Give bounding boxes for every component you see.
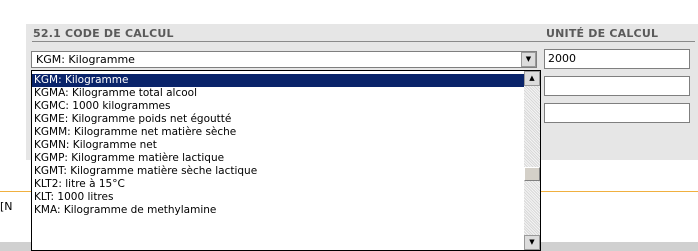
select-arrow-button[interactable]: ▼ (521, 52, 536, 67)
dropdown-option[interactable]: KGMA: Kilogramme total alcool (32, 87, 526, 100)
dropdown-option[interactable]: KGMT: Kilogramme matière sèche lactique (32, 165, 526, 178)
chevron-down-icon: ▼ (529, 238, 535, 246)
dropdown-option[interactable]: KLT: 1000 litres (32, 191, 526, 204)
dropdown-option[interactable]: KGMP: Kilogramme matière lactique (32, 152, 526, 165)
chevron-down-icon: ▼ (525, 55, 532, 63)
dropdown-option[interactable]: KGME: Kilogramme poids net égoutté (32, 113, 526, 126)
code-select-value: KGM: Kilogramme (36, 53, 135, 66)
code-select[interactable]: KGM: Kilogramme ▼ (31, 51, 537, 68)
unit-input-1[interactable]: 2000 (544, 49, 690, 69)
unit-input-2[interactable] (544, 76, 690, 96)
dropdown-option[interactable]: KGMN: Kilogramme net (32, 139, 526, 152)
dropdown-option[interactable]: KGMM: Kilogramme net matière sèche (32, 126, 526, 139)
scroll-up-button[interactable]: ▲ (524, 71, 540, 86)
header-divider (32, 41, 695, 42)
dropdown-option[interactable]: KGMC: 1000 kilogrammes (32, 100, 526, 113)
unit-input-3[interactable] (544, 103, 690, 123)
dropdown-option[interactable]: KLT2: litre à 15°C (32, 178, 526, 191)
dropdown-scrollbar[interactable]: ▲ ▼ (524, 71, 540, 250)
dropdown-option[interactable]: KMA: Kilogramme de methylamine (32, 204, 526, 217)
code-dropdown-list[interactable]: KGM: Kilogramme KGMA: Kilogramme total a… (31, 70, 541, 251)
code-header: 52.1 CODE DE CALCUL (33, 27, 174, 40)
scrollbar-thumb[interactable] (524, 167, 540, 181)
unit-header: UNITÉ DE CALCUL (546, 27, 659, 40)
side-text: [N (0, 200, 13, 213)
chevron-up-icon: ▲ (529, 74, 535, 82)
scroll-down-button[interactable]: ▼ (524, 235, 540, 250)
dropdown-option[interactable]: KGM: Kilogramme (32, 74, 526, 87)
